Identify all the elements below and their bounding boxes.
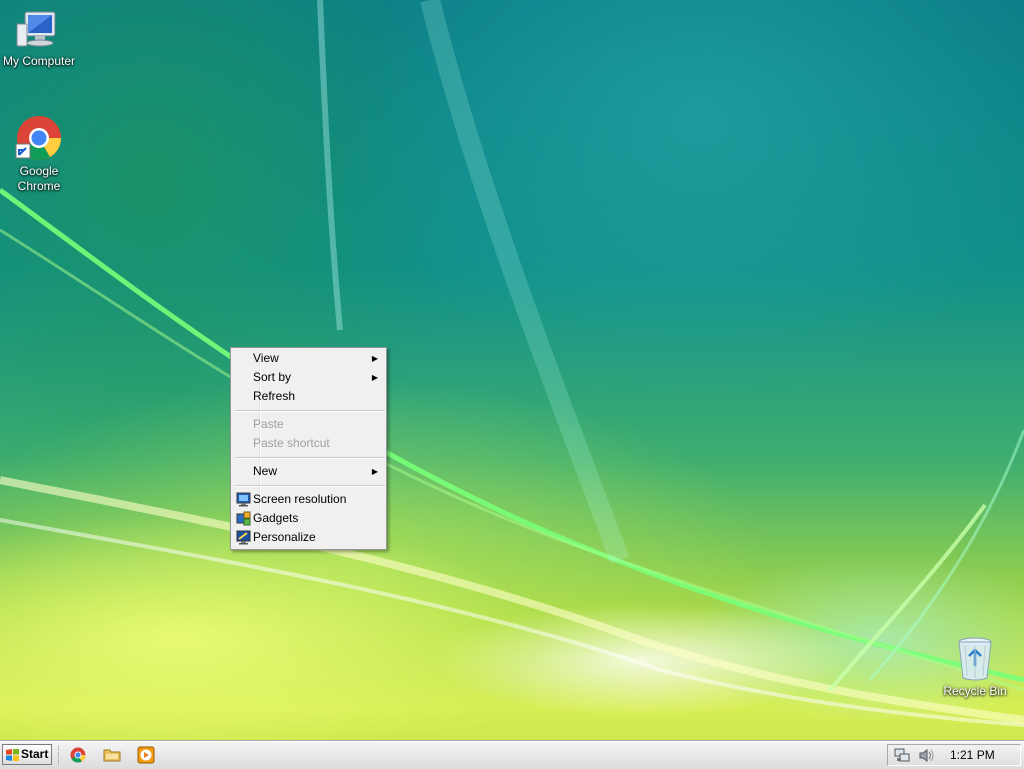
menu-item-new[interactable]: New ▶ [233,462,384,481]
desktop-icon-label-line2: Chrome [17,179,61,193]
menu-item-paste: Paste [233,415,384,434]
folder-icon[interactable] [103,746,121,764]
menu-item-label: Personalize [253,530,316,544]
menu-item-refresh[interactable]: Refresh [233,387,384,406]
menu-item-label: Paste [253,417,284,431]
menu-separator [235,485,385,487]
desktop-icon-label: Recycle Bin [943,684,1007,698]
menu-item-label: Refresh [253,389,296,403]
taskbar: Start 1:21 PM [0,741,1024,769]
desktop-icon-label-line1: Google [19,164,59,178]
menu-item-sort-by[interactable]: Sort by ▶ [233,368,384,387]
submenu-arrow-icon: ▶ [371,373,378,382]
chrome-icon[interactable] [69,746,87,764]
menu-separator [235,410,385,412]
menu-item-label: View [253,351,279,365]
clock[interactable]: 1:21 PM [950,745,995,765]
menu-item-paste-shortcut: Paste shortcut [233,434,384,453]
desktop-icon-my-computer[interactable]: My Computer [0,8,79,69]
menu-item-label: Paste shortcut [253,436,330,450]
windows-flag-icon [6,749,19,761]
start-button[interactable]: Start [2,744,52,765]
submenu-arrow-icon: ▶ [371,354,378,363]
menu-item-view[interactable]: View ▶ [233,349,384,368]
wallpaper-streaks [0,0,1024,727]
system-tray: 1:21 PM [887,744,1021,766]
recycle-bin-icon [958,637,992,681]
network-icon[interactable] [894,748,910,763]
desktop-icon-label: My Computer [2,54,76,68]
volume-icon[interactable] [918,748,935,763]
menu-item-label: Screen resolution [253,492,347,506]
menu-item-label: Sort by [253,370,292,384]
submenu-arrow-icon: ▶ [371,467,378,476]
menu-item-label: Gadgets [253,511,299,525]
personalize-icon [236,530,251,545]
start-label: Start [21,747,49,761]
menu-item-screen-resolution[interactable]: Screen resolution [233,490,384,509]
menu-item-personalize[interactable]: Personalize [233,528,384,547]
quick-launch-divider [58,746,61,765]
media-player-icon[interactable] [137,746,155,764]
computer-icon [16,11,56,47]
chrome-icon [15,116,61,160]
gadgets-icon [236,511,251,526]
desktop-icon-google-chrome[interactable]: Google Chrome [0,114,79,194]
menu-item-label: New [253,464,278,478]
screen-resolution-icon [236,492,251,507]
menu-item-gadgets[interactable]: Gadgets [233,509,384,528]
desktop-icon-recycle-bin[interactable]: Recycle Bin [935,636,1015,699]
menu-separator [235,457,385,459]
desktop-context-menu: View ▶ Sort by ▶ Refresh Paste Paste sho… [230,347,387,550]
